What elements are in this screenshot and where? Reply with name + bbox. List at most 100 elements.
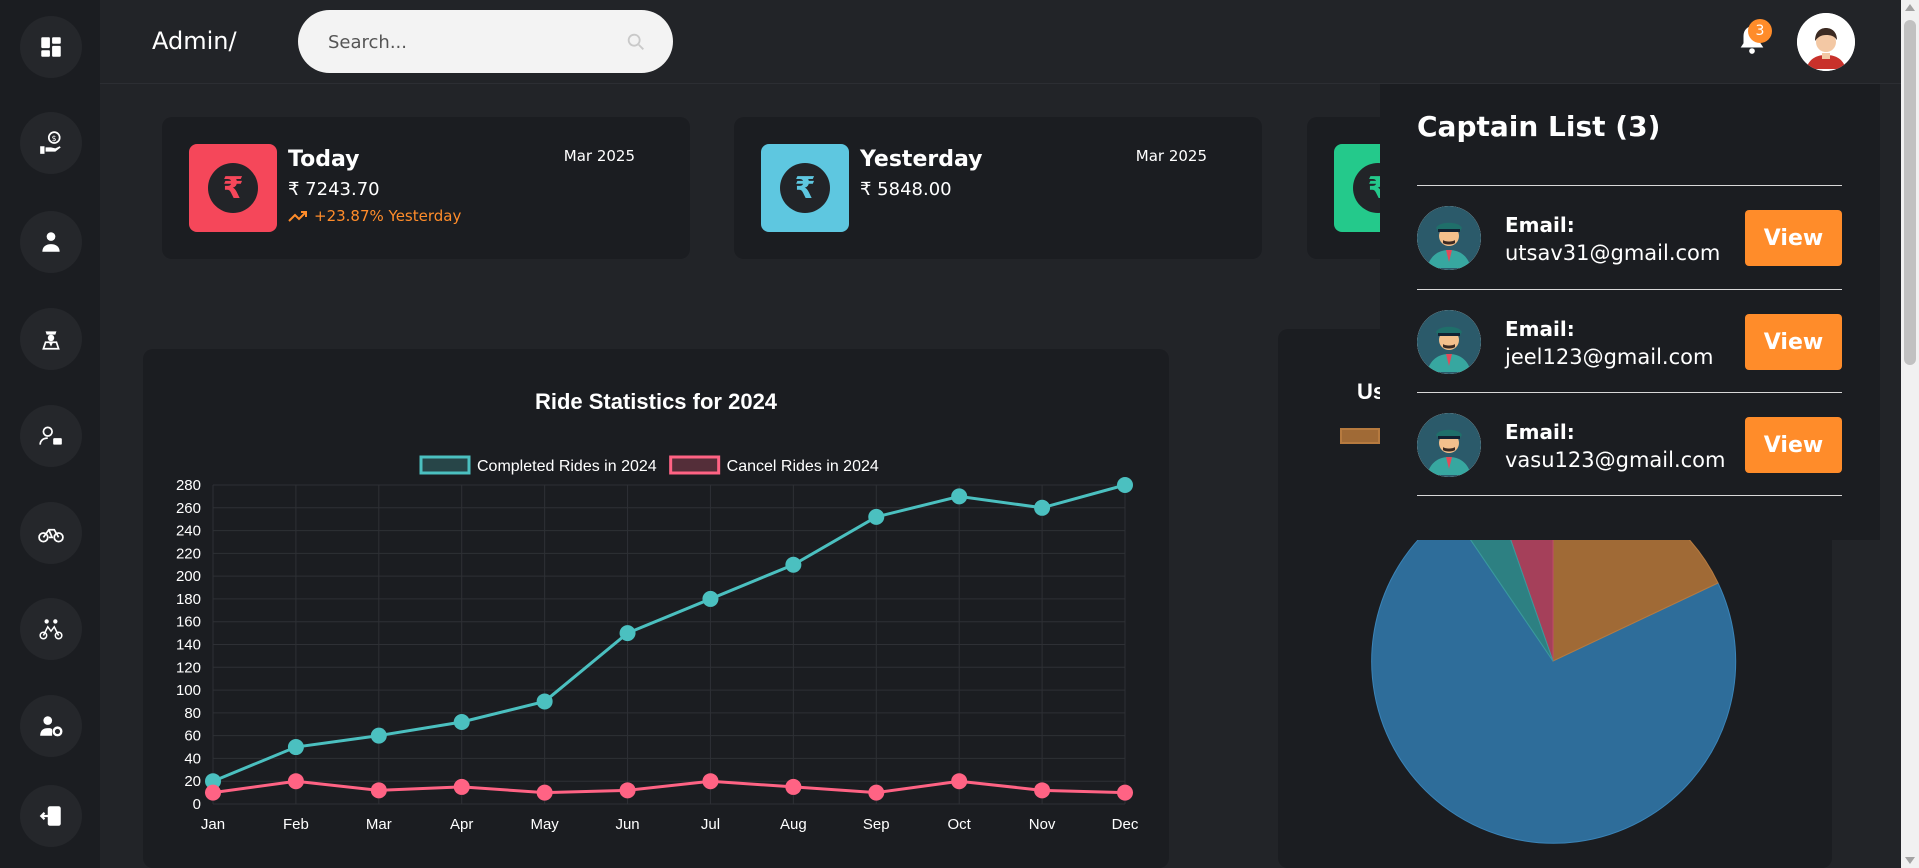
x-tick-label: Dec bbox=[1112, 816, 1139, 833]
captain-avatar bbox=[1417, 206, 1481, 270]
captain-icon bbox=[42, 331, 60, 350]
y-tick-label: 160 bbox=[176, 614, 201, 631]
data-point bbox=[951, 773, 968, 790]
series-line bbox=[212, 483, 1126, 783]
x-tick-label: Aug bbox=[780, 816, 807, 833]
svg-text:$: $ bbox=[52, 134, 57, 143]
avatar[interactable] bbox=[1797, 13, 1855, 71]
y-tick-label: 20 bbox=[184, 773, 201, 790]
card-title: Yesterday bbox=[860, 147, 983, 172]
scrollbar-thumb[interactable] bbox=[1904, 20, 1916, 365]
topbar: Admin/ 3 bbox=[100, 0, 1901, 84]
x-tick-label: Jun bbox=[615, 816, 639, 833]
user-settings-icon bbox=[40, 716, 63, 737]
captain-row: Email: utsav31@gmail.com View bbox=[1417, 185, 1842, 289]
search-box[interactable] bbox=[298, 10, 673, 73]
legend-label: Cancel Rides in 2024 bbox=[727, 458, 879, 475]
data-point bbox=[619, 782, 636, 799]
x-tick-label: Jan bbox=[201, 816, 225, 833]
data-point bbox=[785, 778, 802, 795]
data-point bbox=[453, 713, 470, 730]
captain-row: Email: jeel123@gmail.com View bbox=[1417, 289, 1842, 393]
y-tick-label: 0 bbox=[193, 796, 201, 813]
y-tick-label: 100 bbox=[176, 682, 201, 699]
view-button[interactable]: View bbox=[1745, 314, 1842, 370]
x-tick-label: Oct bbox=[948, 816, 972, 833]
dashboard-button[interactable] bbox=[20, 16, 82, 78]
search-input[interactable] bbox=[328, 28, 628, 56]
riders-button[interactable] bbox=[20, 598, 82, 660]
data-point bbox=[536, 693, 553, 710]
users-button[interactable] bbox=[20, 211, 82, 273]
payment-icon: $ bbox=[40, 131, 61, 154]
chart-title: Ride Statistics for 2024 bbox=[535, 389, 778, 414]
data-point bbox=[1117, 784, 1133, 801]
logout-button[interactable] bbox=[20, 785, 82, 847]
scroll-down-arrow[interactable] bbox=[1905, 857, 1915, 864]
logout-icon bbox=[39, 806, 61, 826]
legend-swatch bbox=[419, 455, 471, 475]
ride-statistics-chart: Ride Statistics for 2024 Completed Rides … bbox=[143, 349, 1169, 868]
captain-email: jeel123@gmail.com bbox=[1505, 345, 1714, 369]
captain-avatar bbox=[1417, 310, 1481, 374]
x-tick-label: Jul bbox=[701, 816, 720, 833]
y-tick-label: 200 bbox=[176, 568, 201, 585]
data-point bbox=[868, 508, 885, 525]
series-line bbox=[212, 779, 1126, 795]
page-title: Admin/ bbox=[152, 27, 237, 55]
x-tick-label: Mar bbox=[366, 816, 392, 833]
card-amount: ₹ 5848.00 bbox=[860, 179, 952, 200]
rupee-icon: ₹ bbox=[208, 163, 258, 213]
y-tick-label: 40 bbox=[184, 750, 201, 767]
y-tick-label: 220 bbox=[176, 545, 201, 562]
data-point bbox=[287, 739, 304, 756]
user-icon bbox=[42, 232, 60, 252]
data-point bbox=[702, 590, 719, 607]
data-point bbox=[205, 784, 221, 801]
user-avatar-icon bbox=[1797, 13, 1855, 71]
data-point bbox=[536, 784, 553, 801]
card-change: +23.87% Yesterday bbox=[288, 207, 461, 225]
captain-avatar bbox=[1417, 413, 1481, 477]
data-point bbox=[951, 488, 968, 505]
captain-email: vasu123@gmail.com bbox=[1505, 448, 1726, 472]
captains-button[interactable] bbox=[20, 308, 82, 370]
legend-label: Completed Rides in 2024 bbox=[477, 458, 657, 475]
data-point bbox=[370, 782, 387, 799]
y-tick-label: 280 bbox=[176, 477, 201, 494]
payment-button[interactable]: $ bbox=[20, 112, 82, 174]
captain-list-dropdown: Captain List (3) Email: utsav31@gmail.co… bbox=[1380, 84, 1880, 540]
page-scrollbar[interactable] bbox=[1901, 0, 1919, 868]
rides-button[interactable] bbox=[20, 502, 82, 564]
yesterday-card: ₹ Yesterday ₹ 5848.00 Mar 2025 bbox=[734, 117, 1262, 259]
card-date: Mar 2025 bbox=[1135, 147, 1207, 165]
bike-icon bbox=[38, 528, 64, 543]
view-button[interactable]: View bbox=[1745, 417, 1842, 473]
y-tick-label: 180 bbox=[176, 591, 201, 608]
dashboard-icon bbox=[41, 37, 61, 57]
legend-swatch bbox=[669, 455, 721, 475]
data-point bbox=[868, 784, 885, 801]
y-tick-label: 120 bbox=[176, 659, 201, 676]
x-tick-label: Apr bbox=[450, 816, 473, 833]
view-button[interactable]: View bbox=[1745, 210, 1842, 266]
user-manage-button[interactable] bbox=[20, 405, 82, 467]
search-icon[interactable] bbox=[625, 31, 647, 53]
email-label: Email: bbox=[1505, 213, 1575, 237]
data-point bbox=[1117, 477, 1133, 493]
captain-avatar-icon bbox=[1417, 413, 1481, 477]
data-point bbox=[287, 773, 304, 790]
y-tick-label: 260 bbox=[176, 500, 201, 517]
user-settings-button[interactable] bbox=[20, 695, 82, 757]
card-date: Mar 2025 bbox=[563, 147, 635, 165]
email-label: Email: bbox=[1505, 420, 1575, 444]
sidebar: $ bbox=[0, 0, 100, 868]
captain-avatar-icon bbox=[1417, 206, 1481, 270]
card-title: Today bbox=[288, 147, 360, 172]
email-label: Email: bbox=[1505, 317, 1575, 341]
x-tick-label: Sep bbox=[863, 816, 890, 833]
scroll-up-arrow[interactable] bbox=[1905, 4, 1915, 11]
y-tick-label: 60 bbox=[184, 728, 201, 745]
y-tick-label: 80 bbox=[184, 705, 201, 722]
user-manage-icon bbox=[39, 426, 62, 445]
